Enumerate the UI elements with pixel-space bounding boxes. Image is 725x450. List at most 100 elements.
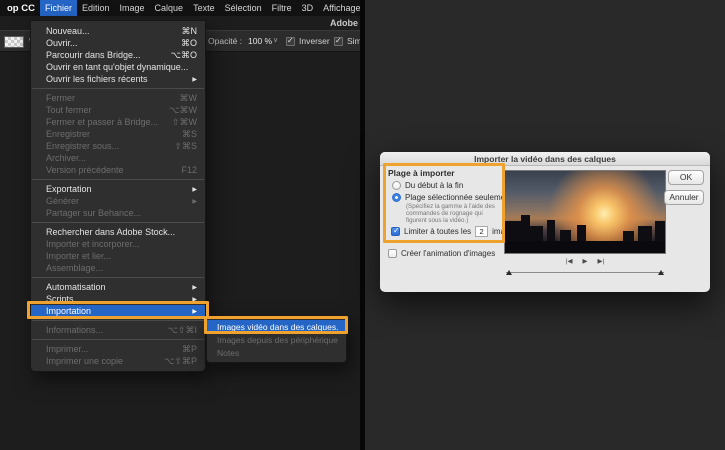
submenu-arrow-icon: ▶ <box>192 284 197 291</box>
menu-item[interactable]: Ouvrir en tant qu'objet dynamique... <box>31 61 205 73</box>
menu-item: Fermer et passer à Bridge... ⇧⌘W <box>31 116 205 128</box>
submenu-arrow-icon: ▶ <box>192 296 197 303</box>
radio-full-range-label: Du début à la fin <box>405 181 464 190</box>
menu-item: Notes <box>207 346 346 359</box>
menu-item-label: Enregistrer sous... <box>46 141 120 151</box>
menu-item: Informations... ⌥⇧⌘I <box>31 324 205 336</box>
menu-item-label: Importation <box>46 306 92 316</box>
menu-item-label: Générer <box>46 196 80 206</box>
menubar-item-3d[interactable]: 3D <box>297 0 319 16</box>
building-silhouette <box>655 221 665 243</box>
menu-item: Enregistrer ⌘S <box>31 128 205 140</box>
range-hint-text: (Spécifiez la gamme à l'aide des command… <box>406 203 495 224</box>
menu-item[interactable]: Rechercher dans Adobe Stock... <box>31 226 205 238</box>
sim-label: Sim <box>347 36 360 46</box>
menubar-item-filtre[interactable]: Filtre <box>267 0 297 16</box>
menu-item-label: Exportation <box>46 184 92 194</box>
menubar-item-fichier[interactable]: Fichier <box>39 0 77 16</box>
trim-start-handle[interactable] <box>506 270 512 275</box>
menu-item-label: Importer et lier... <box>46 251 112 261</box>
opacity-value[interactable]: 100 % <box>248 36 272 46</box>
menu-item: Images depuis des périphériques <box>207 333 346 346</box>
menu-item: Importer et incorporer... <box>31 238 205 250</box>
menu-item-label: Scripts <box>46 294 74 304</box>
menu-item: Tout fermer ⌥⌘W <box>31 104 205 116</box>
menu-item-shortcut: ⇧⌘W <box>171 116 197 127</box>
menubar-item-calque[interactable]: Calque <box>150 0 189 16</box>
menu-item-label: Informations... <box>46 325 104 335</box>
menubar-item-texte[interactable]: Texte <box>188 0 220 16</box>
menu-item-shortcut: ⌘P <box>181 343 197 354</box>
menubar-items: Fichier Edition Image Calque Texte Sélection F… <box>39 0 360 16</box>
menu-item: Imprimer une copie ⌥⇧⌘P <box>31 355 205 367</box>
menu-item: Partager sur Behance... <box>31 207 205 219</box>
menu-item[interactable]: Exportation ▶ <box>31 183 205 195</box>
menu-item-label: Importer et incorporer... <box>46 239 140 249</box>
menu-item-shortcut: ⌘O <box>180 37 197 48</box>
video-preview <box>504 170 666 254</box>
menubar-item-edition[interactable]: Edition <box>77 0 115 16</box>
opacity-label: Opacité : <box>208 36 243 46</box>
cancel-button[interactable]: Annuler <box>664 190 704 205</box>
menu-item[interactable]: Ouvrir les fichiers récents ▶ <box>31 73 205 85</box>
limit-row: Limiter à toutes les images <box>391 226 518 237</box>
menu-item-shortcut: ⇧⌘S <box>174 140 197 151</box>
submenu-arrow-icon: ▶ <box>192 186 197 193</box>
menu-item[interactable]: Nouveau... ⌘N <box>31 25 205 37</box>
building-silhouette <box>521 215 530 243</box>
menu-item[interactable]: Scripts ▶ <box>31 293 205 305</box>
opacity-chevron-icon[interactable]: ∨ <box>273 36 278 44</box>
photoshop-window: op CC Fichier Edition Image Calque Texte Séle… <box>0 0 360 450</box>
app-menu-label[interactable]: op CC <box>2 3 40 14</box>
menu-item: Assemblage... <box>31 262 205 274</box>
radio-selected-range[interactable] <box>392 193 401 202</box>
limit-checkbox[interactable] <box>391 226 400 236</box>
menu-item[interactable]: Parcourir dans Bridge... ⌥⌘O <box>31 49 205 61</box>
ok-button[interactable]: OK <box>668 170 704 185</box>
menu-item: Importer et lier... <box>31 250 205 262</box>
inverser-checkbox[interactable] <box>286 36 295 46</box>
menubar-item-affichage[interactable]: Affichage <box>318 0 360 16</box>
menu-separator <box>32 88 204 89</box>
pattern-swatch[interactable] <box>4 36 24 48</box>
sim-checkbox[interactable] <box>334 36 343 46</box>
menu-item[interactable]: Automatisation ▶ <box>31 281 205 293</box>
next-frame-button[interactable]: ▶| <box>598 257 605 265</box>
limit-input[interactable] <box>475 226 489 237</box>
menu-item[interactable]: Images vidéo dans des calques... <box>207 320 346 333</box>
menu-item-label: Notes <box>217 347 240 358</box>
menu-item-label: Imprimer... <box>46 344 89 354</box>
foreground-silhouette <box>505 241 665 253</box>
menu-item-label: Images vidéo dans des calques... <box>217 321 338 332</box>
radio-row-full-range: Du début à la fin <box>392 181 463 190</box>
menu-item-label: Ouvrir en tant qu'objet dynamique... <box>46 62 189 72</box>
menu-item[interactable]: Ouvrir... ⌘O <box>31 37 205 49</box>
screen: op CC Fichier Edition Image Calque Texte Séle… <box>0 0 725 450</box>
menu-item-label: Enregistrer <box>46 129 91 139</box>
menu-item-shortcut: F12 <box>181 165 197 175</box>
play-button[interactable]: ▶ <box>583 257 588 265</box>
prev-frame-button[interactable]: |◀ <box>566 257 573 265</box>
menu-item-shortcut: ⌥⇧⌘I <box>167 324 197 335</box>
frame-animation-checkbox[interactable] <box>388 249 397 258</box>
submenu-arrow-icon: ▶ <box>192 76 197 83</box>
import-submenu: Images vidéo dans des calques... Images d… <box>206 316 347 363</box>
menu-item: Fermer ⌘W <box>31 92 205 104</box>
menu-item: Enregistrer sous... ⇧⌘S <box>31 140 205 152</box>
submenu-arrow-icon: ▶ <box>192 308 197 315</box>
menubar-item-slection[interactable]: Sélection <box>220 0 267 16</box>
menu-separator <box>32 339 204 340</box>
radio-full-range[interactable] <box>392 181 401 190</box>
file-menu: Nouveau... ⌘N Ouvrir... ⌘O Parcourir dans Br… <box>30 20 206 372</box>
trim-timeline[interactable] <box>506 269 664 277</box>
trim-end-handle[interactable] <box>658 270 664 275</box>
menu-item: Imprimer... ⌘P <box>31 343 205 355</box>
menu-item-label: Archiver... <box>46 153 87 163</box>
frame-animation-row: Créer l'animation d'images <box>388 249 495 258</box>
menu-separator <box>32 320 204 321</box>
menu-separator <box>32 179 204 180</box>
menu-item-label: Partager sur Behance... <box>46 208 142 218</box>
menu-item[interactable]: Importation ▶ <box>31 305 205 317</box>
menubar-item-image[interactable]: Image <box>115 0 150 16</box>
menu-item: Générer ▶ <box>31 195 205 207</box>
